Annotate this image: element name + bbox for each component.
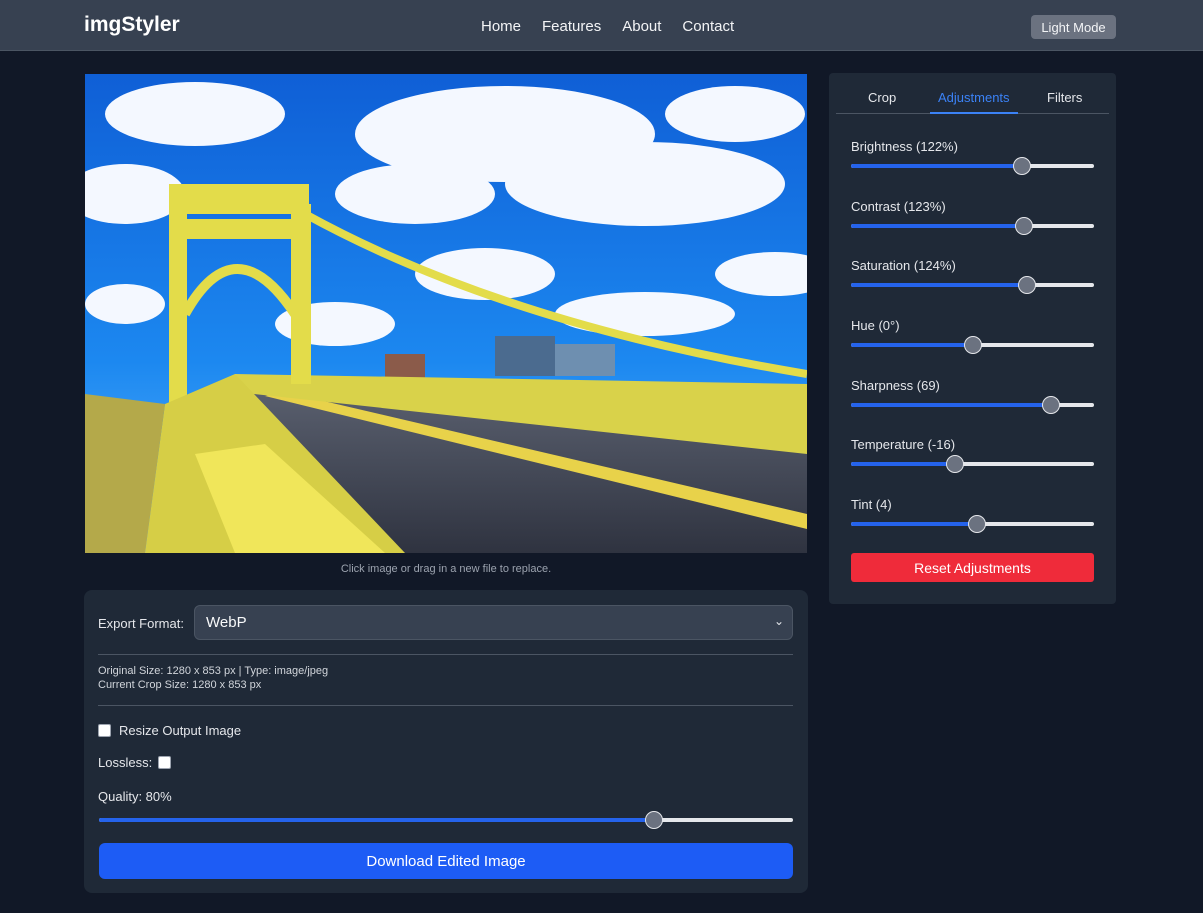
slider-fill bbox=[851, 462, 955, 466]
slider-thumb[interactable] bbox=[968, 515, 987, 533]
export-format-row: Export Format: WebP ⌄ bbox=[98, 605, 793, 640]
sharpness-label: Sharpness (69) bbox=[851, 378, 940, 393]
resize-output-checkbox[interactable] bbox=[98, 724, 111, 737]
tab-filters[interactable]: Filters bbox=[1047, 90, 1082, 105]
tint-slider[interactable] bbox=[851, 515, 1094, 533]
panel-tabs: Crop Adjustments Filters bbox=[836, 73, 1109, 114]
active-tab-indicator bbox=[930, 112, 1018, 114]
download-button[interactable]: Download Edited Image bbox=[99, 843, 793, 879]
contrast-label: Contrast (123%) bbox=[851, 199, 946, 214]
slider-fill bbox=[851, 224, 1025, 228]
export-format-value: WebP bbox=[206, 614, 247, 631]
slider-thumb[interactable] bbox=[1015, 217, 1034, 235]
slider-fill bbox=[851, 522, 978, 526]
quality-label: Quality: 80% bbox=[98, 789, 172, 804]
export-format-label: Export Format: bbox=[98, 616, 184, 631]
hue-slider[interactable] bbox=[851, 336, 1094, 354]
original-size-info: Original Size: 1280 x 853 px | Type: ima… bbox=[98, 665, 329, 677]
slider-thumb[interactable] bbox=[945, 455, 964, 473]
crop-size-info: Current Crop Size: 1280 x 853 px bbox=[98, 679, 262, 691]
slider-fill bbox=[851, 403, 1051, 407]
hue-label: Hue (0°) bbox=[851, 318, 900, 333]
brightness-label: Brightness (122%) bbox=[851, 139, 958, 154]
quality-slider[interactable] bbox=[99, 811, 793, 829]
nav-link-contact[interactable]: Contact bbox=[682, 18, 734, 35]
slider-fill bbox=[851, 343, 973, 347]
export-format-select[interactable]: WebP ⌄ bbox=[194, 605, 793, 640]
slider-fill bbox=[851, 164, 1023, 168]
slider-fill bbox=[851, 283, 1027, 287]
nav-links: Home Features About Contact bbox=[481, 18, 755, 35]
image-preview[interactable] bbox=[85, 74, 807, 553]
nav-link-about[interactable]: About bbox=[622, 18, 661, 35]
top-navbar: imgStyler Home Features About Contact Li… bbox=[0, 0, 1203, 51]
slider-thumb[interactable] bbox=[1041, 396, 1060, 414]
adjustments-panel: Crop Adjustments Filters Brightness (122… bbox=[829, 73, 1116, 604]
lossless-row: Lossless: bbox=[98, 755, 172, 770]
slider-fill bbox=[99, 818, 655, 822]
lossless-checkbox[interactable] bbox=[158, 756, 172, 769]
reset-adjustments-button[interactable]: Reset Adjustments bbox=[851, 553, 1094, 582]
slider-thumb[interactable] bbox=[645, 811, 664, 829]
chevron-down-icon: ⌄ bbox=[773, 614, 784, 628]
resize-output-label: Resize Output Image bbox=[119, 723, 242, 738]
brightness-slider[interactable] bbox=[851, 157, 1094, 175]
nav-link-home[interactable]: Home bbox=[481, 18, 521, 35]
slider-thumb[interactable] bbox=[1013, 157, 1032, 175]
bridge-photo bbox=[85, 74, 807, 553]
tint-label: Tint (4) bbox=[851, 497, 892, 512]
tab-adjustments[interactable]: Adjustments bbox=[938, 90, 1010, 105]
contrast-slider[interactable] bbox=[851, 217, 1094, 235]
saturation-label: Saturation (124%) bbox=[851, 258, 956, 273]
export-panel: Export Format: WebP ⌄ Original Size: 128… bbox=[84, 590, 808, 893]
divider bbox=[98, 654, 793, 655]
saturation-slider[interactable] bbox=[851, 276, 1094, 294]
sharpness-slider[interactable] bbox=[851, 396, 1094, 414]
tab-crop[interactable]: Crop bbox=[868, 90, 896, 105]
slider-thumb[interactable] bbox=[963, 336, 982, 354]
image-replace-hint: Click image or drag in a new file to rep… bbox=[340, 563, 552, 575]
lossless-label: Lossless: bbox=[98, 755, 153, 770]
brand-logo[interactable]: imgStyler bbox=[84, 13, 180, 37]
temperature-label: Temperature (-16) bbox=[851, 437, 956, 452]
temperature-slider[interactable] bbox=[851, 455, 1094, 473]
divider bbox=[98, 705, 793, 706]
resize-output-row: Resize Output Image bbox=[98, 723, 241, 738]
slider-thumb[interactable] bbox=[1017, 276, 1036, 294]
nav-link-features[interactable]: Features bbox=[542, 18, 601, 35]
light-mode-button[interactable]: Light Mode bbox=[1031, 15, 1116, 39]
